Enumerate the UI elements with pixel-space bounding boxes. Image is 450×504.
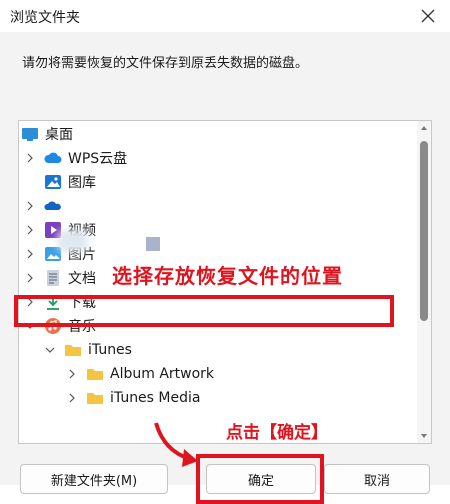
window-title: 浏览文件夹 — [10, 10, 80, 26]
folder-icon — [64, 341, 82, 359]
tree-item-gallery[interactable]: 图库 — [44, 170, 96, 194]
tree-item-onedrive[interactable] — [24, 194, 68, 218]
desktop-icon — [21, 125, 39, 143]
tree-item-label: WPS云盘 — [68, 151, 128, 167]
tree-item-itunes-media[interactable]: iTunes Media — [66, 386, 200, 410]
instruction-text: 请勿将需要恢复的文件保存到原丢失数据的磁盘。 — [22, 56, 309, 71]
new-folder-button[interactable]: 新建文件夹(M) — [20, 464, 168, 494]
redacted-blur — [58, 230, 88, 252]
annotation-select-location: 选择存放恢复文件的位置 — [112, 264, 343, 288]
chevron-right-icon[interactable] — [66, 392, 78, 404]
cancel-button[interactable]: 取消 — [324, 464, 430, 494]
folder-icon — [86, 365, 104, 383]
dialog-body: 请勿将需要恢复的文件保存到原丢失数据的磁盘。 桌面 WPS云盘 图库 图片 文档… — [0, 32, 450, 504]
gallery-icon — [44, 173, 62, 191]
close-icon — [421, 9, 435, 23]
tree-item-label: 桌面 — [45, 127, 73, 143]
tree-item-album-artwork[interactable]: Album Artwork — [66, 362, 214, 386]
tree-item-documents[interactable]: 文档 — [24, 266, 96, 290]
chevron-down-icon[interactable] — [44, 344, 56, 356]
onedrive-cloud-icon — [44, 197, 62, 215]
tree-item-label: iTunes — [88, 342, 132, 358]
tree-item-itunes[interactable]: iTunes — [44, 338, 132, 362]
tree-item-label: Album Artwork — [110, 366, 215, 382]
documents-icon — [44, 269, 62, 287]
annotation-click-ok: 点击【确定】 — [226, 423, 328, 443]
documents-highlight-box — [14, 295, 394, 327]
chevron-right-icon[interactable] — [24, 248, 36, 260]
scroll-thumb[interactable] — [420, 141, 428, 321]
chevron-right-icon[interactable] — [24, 152, 36, 164]
tree-item-wps-cloud[interactable]: WPS云盘 — [24, 146, 127, 170]
scroll-down-icon[interactable] — [417, 429, 431, 443]
close-button[interactable] — [406, 0, 450, 32]
tree-item-desktop[interactable]: 桌面 — [21, 122, 73, 146]
tree-item-label: 图库 — [68, 175, 96, 191]
chevron-right-icon[interactable] — [24, 200, 36, 212]
redacted-square — [146, 237, 160, 251]
ok-button[interactable]: 确定 — [206, 464, 316, 494]
tree-item-label: 文档 — [68, 271, 96, 287]
chevron-right-icon[interactable] — [66, 368, 78, 380]
chevron-right-icon[interactable] — [24, 272, 36, 284]
cloud-icon — [44, 149, 62, 167]
title-bar: 浏览文件夹 — [0, 0, 450, 32]
tree-scrollbar[interactable] — [417, 121, 431, 443]
folder-icon — [86, 389, 104, 407]
tree-item-label: iTunes Media — [110, 390, 201, 406]
chevron-right-icon[interactable] — [24, 224, 36, 236]
scroll-up-icon[interactable] — [417, 121, 431, 135]
